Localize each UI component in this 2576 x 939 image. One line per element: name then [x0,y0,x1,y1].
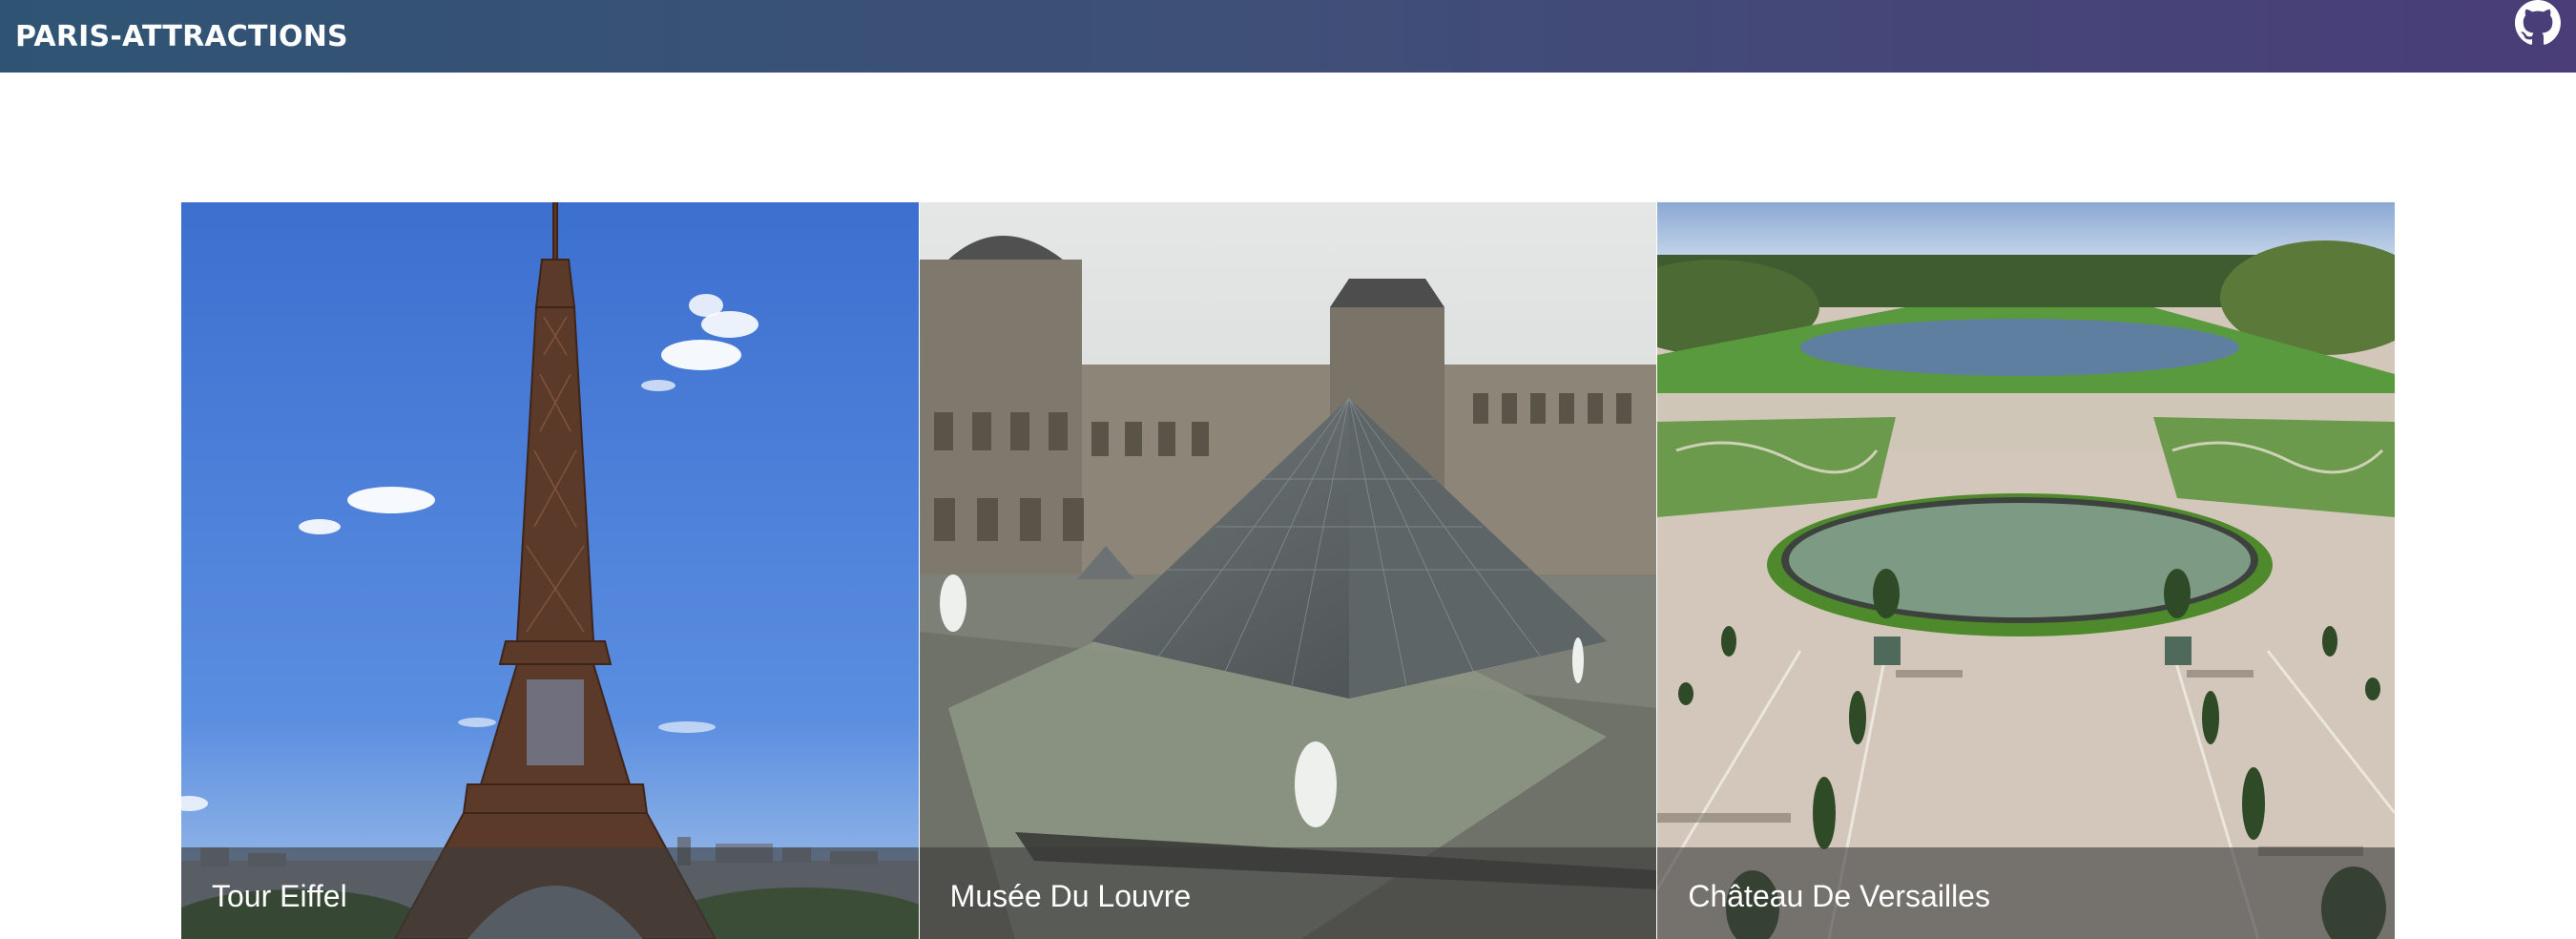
attraction-title: Tour Eiffel [212,878,347,913]
navbar: PARIS-ATTRACTIONS [0,0,2576,73]
attraction-title: Musée Du Louvre [949,878,1192,913]
louvre-image [919,202,1657,939]
github-icon[interactable] [2515,0,2561,46]
caption-overlay: Tour Eiffel [181,847,919,939]
attractions-gallery: Tour Eiffel Musée Du Louvre Château De V… [181,202,2396,939]
caption-overlay: Château De Versailles [1657,847,2396,939]
attraction-card-versailles[interactable]: Château De Versailles [1657,202,2396,939]
attraction-title: Château De Versailles [1688,878,1990,913]
attraction-card-eiffel[interactable]: Tour Eiffel [181,202,919,939]
eiffel-tower-image [181,202,919,939]
caption-overlay: Musée Du Louvre [919,847,1657,939]
attraction-card-louvre[interactable]: Musée Du Louvre [919,202,1657,939]
versailles-image [1657,202,2396,939]
brand-title[interactable]: PARIS-ATTRACTIONS [15,20,348,53]
